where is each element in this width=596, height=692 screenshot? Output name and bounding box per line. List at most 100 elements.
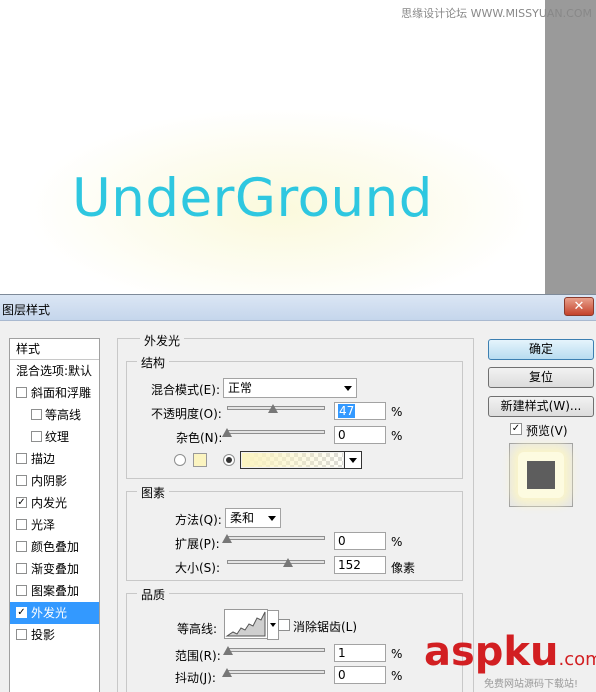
checkbox-outer-glow[interactable]: ✓	[16, 607, 27, 618]
styles-list: 样式 混合选项:默认 斜面和浮雕 等高线 纹理 描边 内阴影 ✓ 内发光 光泽	[9, 338, 100, 692]
contour-picker[interactable]	[224, 609, 279, 640]
style-item-gradient-overlay[interactable]: 渐变叠加	[10, 558, 99, 580]
elements-group: 图素 方法(Q): 柔和 扩展(P): 0 % 大小(S): 152 像素	[126, 484, 463, 581]
style-item-satin[interactable]: 光泽	[10, 514, 99, 536]
checkbox-color-overlay[interactable]	[16, 541, 27, 552]
slider-track	[227, 560, 325, 564]
chevron-down-icon[interactable]	[344, 452, 361, 468]
jitter-unit: %	[391, 669, 403, 683]
range-slider[interactable]	[222, 646, 325, 656]
spread-unit: %	[391, 535, 403, 549]
checkbox-satin[interactable]	[16, 519, 27, 530]
opacity-slider[interactable]	[227, 404, 325, 414]
size-unit: 像素	[391, 561, 416, 575]
checkbox-drop-shadow[interactable]	[16, 629, 27, 640]
range-input[interactable]: 1	[334, 644, 386, 662]
blend-mode-select[interactable]: 正常	[223, 378, 357, 398]
style-item-stroke[interactable]: 描边	[10, 448, 99, 470]
quality-title: 品质	[137, 586, 170, 603]
opacity-label: 不透明度(O):	[151, 407, 222, 421]
structure-title: 结构	[137, 354, 170, 371]
style-item-label: 投影	[31, 628, 56, 642]
slider-thumb[interactable]	[222, 668, 232, 677]
slider-track	[227, 536, 325, 540]
style-item-outer-glow[interactable]: ✓ 外发光	[10, 602, 99, 624]
style-item-pattern-overlay[interactable]: 图案叠加	[10, 580, 99, 602]
style-item-label: 图案叠加	[31, 584, 80, 598]
panel-title: 外发光	[140, 332, 185, 349]
checkbox-bevel-emboss[interactable]	[16, 387, 27, 398]
ok-button[interactable]: 确定	[488, 339, 594, 360]
dialog-title: 图层样式	[2, 303, 51, 317]
style-item-label: 纹理	[45, 430, 70, 444]
style-item-label: 描边	[31, 452, 56, 466]
checkbox-pattern-overlay[interactable]	[16, 585, 27, 596]
style-item-color-overlay[interactable]: 颜色叠加	[10, 536, 99, 558]
checkbox-inner-glow[interactable]: ✓	[16, 497, 27, 508]
chevron-down-icon	[268, 516, 276, 521]
chevron-down-icon	[344, 386, 352, 391]
size-slider[interactable]	[227, 558, 325, 568]
style-item-contour[interactable]: 等高线	[10, 404, 99, 426]
preview-checkbox[interactable]: ✓	[510, 423, 522, 435]
noise-slider[interactable]	[222, 428, 325, 438]
checkbox-stroke[interactable]	[16, 453, 27, 464]
noise-unit: %	[391, 429, 403, 443]
slider-thumb[interactable]	[222, 428, 232, 437]
solid-color-radio[interactable]	[174, 454, 186, 466]
range-label: 范围(R):	[175, 649, 221, 663]
structure-group: 结构 混合模式(E): 正常 不透明度(O): 47 % 杂色(N): 0 %	[126, 354, 463, 479]
gradient-preview	[242, 453, 343, 467]
document-canvas: UnderGround	[0, 0, 545, 294]
spread-slider[interactable]	[222, 534, 325, 544]
spread-input[interactable]: 0	[334, 532, 386, 550]
site-watermark-top: 思缘设计论坛 WWW.MISSYUAN.COM	[401, 7, 592, 20]
jitter-label: 抖动(J):	[175, 671, 216, 685]
canvas-background-area	[545, 0, 596, 294]
new-style-button[interactable]: 新建样式(W)...	[488, 396, 594, 417]
elements-title: 图素	[137, 484, 170, 501]
reset-button[interactable]: 复位	[488, 367, 594, 388]
slider-thumb[interactable]	[282, 558, 293, 567]
style-item-label: 斜面和浮雕	[31, 386, 92, 400]
style-preview-thumbnail	[509, 443, 573, 507]
gradient-picker[interactable]	[240, 451, 362, 469]
slider-thumb[interactable]	[222, 646, 233, 655]
checkbox-inner-shadow[interactable]	[16, 475, 27, 486]
logo-subtitle: 免费网站源码下载站!	[484, 679, 579, 690]
blending-options-item[interactable]: 混合选项:默认	[10, 360, 99, 382]
size-input[interactable]: 152	[334, 556, 386, 574]
range-unit: %	[391, 647, 403, 661]
noise-input[interactable]: 0	[334, 426, 386, 444]
aspku-logo: aspku.com	[424, 632, 596, 672]
gradient-radio[interactable]	[223, 454, 235, 466]
close-button[interactable]: ✕	[564, 297, 594, 316]
opacity-input[interactable]: 47	[334, 402, 386, 420]
style-item-bevel-emboss[interactable]: 斜面和浮雕	[10, 382, 99, 404]
jitter-input[interactable]: 0	[334, 666, 386, 684]
checkbox-contour[interactable]	[31, 409, 42, 420]
checkbox-gradient-overlay[interactable]	[16, 563, 27, 574]
style-item-label: 光泽	[31, 518, 56, 532]
dialog-titlebar[interactable]: 图层样式 ✕	[0, 295, 596, 321]
style-item-texture[interactable]: 纹理	[10, 426, 99, 448]
outer-glow-panel: 外发光 结构 混合模式(E): 正常 不透明度(O): 47 % 杂色(N): …	[117, 332, 474, 692]
style-item-label: 外发光	[31, 606, 68, 620]
style-item-inner-glow[interactable]: ✓ 内发光	[10, 492, 99, 514]
style-item-label: 等高线	[45, 408, 82, 422]
slider-thumb[interactable]	[268, 404, 279, 413]
technique-select[interactable]: 柔和	[225, 508, 281, 528]
glow-color-swatch[interactable]	[193, 453, 207, 467]
style-item-drop-shadow[interactable]: 投影	[10, 624, 99, 646]
anti-alias-label: 消除锯齿(L)	[293, 620, 358, 634]
canvas-text-layer: UnderGround	[72, 168, 433, 229]
style-item-inner-shadow[interactable]: 内阴影	[10, 470, 99, 492]
opacity-unit: %	[391, 405, 403, 419]
checkbox-texture[interactable]	[31, 431, 42, 442]
slider-track	[227, 648, 325, 652]
jitter-slider[interactable]	[222, 668, 325, 678]
slider-thumb[interactable]	[222, 534, 232, 543]
technique-label: 方法(Q):	[175, 513, 222, 527]
styles-header[interactable]: 样式	[10, 339, 99, 360]
anti-alias-checkbox[interactable]	[278, 619, 290, 631]
